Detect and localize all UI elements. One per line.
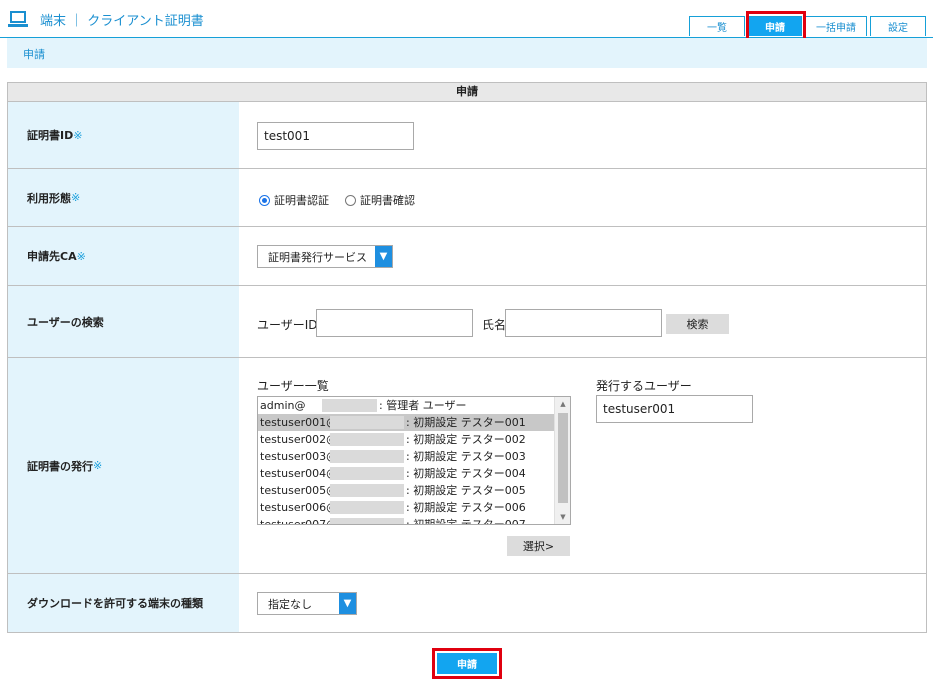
select-button[interactable]: 選択> <box>507 536 570 556</box>
name-label: 氏名 <box>482 318 507 332</box>
scroll-thumb[interactable] <box>558 413 568 503</box>
radio-cert-auth[interactable] <box>259 194 270 206</box>
list-item[interactable]: testuser001@ : 初期設定 テスター001 <box>258 414 554 431</box>
row-usage: 利用形態 ※ 証明書認証 証明書確認 <box>8 169 926 227</box>
list-item[interactable]: testuser005@ : 初期設定 テスター005 <box>258 482 554 499</box>
redacted-domain <box>322 399 377 412</box>
device-type-select[interactable]: 指定なし ▼ <box>257 592 357 615</box>
chevron-down-icon[interactable]: ▼ <box>375 246 392 267</box>
ca-select[interactable]: 証明書発行サービス ▼ <box>257 245 393 268</box>
redacted-domain <box>330 467 404 480</box>
cert-id-label: 証明書ID <box>27 129 74 142</box>
list-item[interactable]: testuser002@ : 初期設定 テスター002 <box>258 431 554 448</box>
form-title: 申請 <box>8 83 926 102</box>
issuing-user-field[interactable]: testuser001 <box>596 395 753 423</box>
apply-form: 申請 証明書ID ※ test001 利用形態 ※ 証明書認証 証明書確認 申請先C… <box>7 82 927 633</box>
required-mark: ※ <box>93 459 103 472</box>
breadcrumb: 申請 <box>7 38 927 68</box>
list-item[interactable]: admin@ : 管理者 ユーザー <box>258 397 554 414</box>
ca-label: 申請先CA <box>27 250 77 263</box>
radio-cert-auth-label[interactable]: 証明書認証 <box>274 192 329 208</box>
row-ca: 申請先CA ※ 証明書発行サービス ▼ <box>8 227 926 286</box>
user-search-label: ユーザーの検索 <box>27 315 104 329</box>
app-title: 端末 ｜ クライアント証明書 <box>8 10 204 29</box>
required-mark: ※ <box>76 249 86 263</box>
user-id-input[interactable] <box>316 309 473 337</box>
redacted-domain <box>330 450 404 463</box>
ca-select-value: 証明書発行サービス <box>268 250 367 264</box>
redacted-domain <box>330 518 404 524</box>
scroll-up-icon[interactable]: ▲ <box>555 397 570 411</box>
user-listbox[interactable]: admin@ : 管理者 ユーザー testuser001@ : 初期設定 テス… <box>257 396 571 525</box>
list-item[interactable]: testuser004@ : 初期設定 テスター004 <box>258 465 554 482</box>
scroll-down-icon[interactable]: ▼ <box>555 510 570 524</box>
radio-cert-confirm-label[interactable]: 証明書確認 <box>360 192 415 208</box>
issue-label: 証明書の発行 <box>27 459 93 473</box>
tab-bulk-apply[interactable]: 一括申請 <box>805 16 867 36</box>
tab-list[interactable]: 一覧 <box>689 16 745 36</box>
highlight-submit: 申請 <box>432 648 502 679</box>
name-input[interactable] <box>505 309 662 337</box>
row-user-search: ユーザーの検索 ユーザーID 氏名 検索 <box>8 286 926 358</box>
redacted-domain <box>330 433 404 446</box>
issuing-user-label: 発行するユーザー <box>596 379 692 393</box>
nav-tabs: 一覧 申請 一括申請 設定 <box>689 16 926 36</box>
row-device-type: ダウンロードを許可する端末の種類 指定なし ▼ <box>8 574 926 632</box>
search-button[interactable]: 検索 <box>666 314 729 334</box>
submit-button[interactable]: 申請 <box>437 653 497 674</box>
redacted-domain <box>330 484 404 497</box>
chevron-down-icon[interactable]: ▼ <box>339 593 356 614</box>
redacted-domain <box>330 416 404 429</box>
listbox-scrollbar[interactable]: ▲ ▼ <box>554 397 570 524</box>
row-issue: 証明書の発行 ※ ユーザー一覧 admin@ : 管理者 ユーザー testuse… <box>8 358 926 574</box>
radio-cert-confirm[interactable] <box>345 194 356 206</box>
tab-settings[interactable]: 設定 <box>870 16 926 36</box>
app-title-text: 端末 ｜ クライアント証明書 <box>40 14 204 29</box>
usage-label: 利用形態 <box>27 191 71 205</box>
required-mark: ※ <box>71 191 81 204</box>
laptop-icon <box>8 10 30 29</box>
required-mark: ※ <box>73 128 83 142</box>
user-list-label: ユーザー一覧 <box>257 379 329 393</box>
list-item[interactable]: testuser006@ : 初期設定 テスター006 <box>258 499 554 516</box>
list-item[interactable]: testuser007@ : 初期設定 テスター007 <box>258 516 554 524</box>
list-item[interactable]: testuser003@ : 初期設定 テスター003 <box>258 448 554 465</box>
device-type-value: 指定なし <box>268 597 312 611</box>
row-cert-id: 証明書ID ※ test001 <box>8 102 926 169</box>
user-id-label: ユーザーID <box>257 318 318 332</box>
device-type-label: ダウンロードを許可する端末の種類 <box>27 597 203 610</box>
redacted-domain <box>330 501 404 514</box>
cert-id-input[interactable]: test001 <box>257 122 414 150</box>
